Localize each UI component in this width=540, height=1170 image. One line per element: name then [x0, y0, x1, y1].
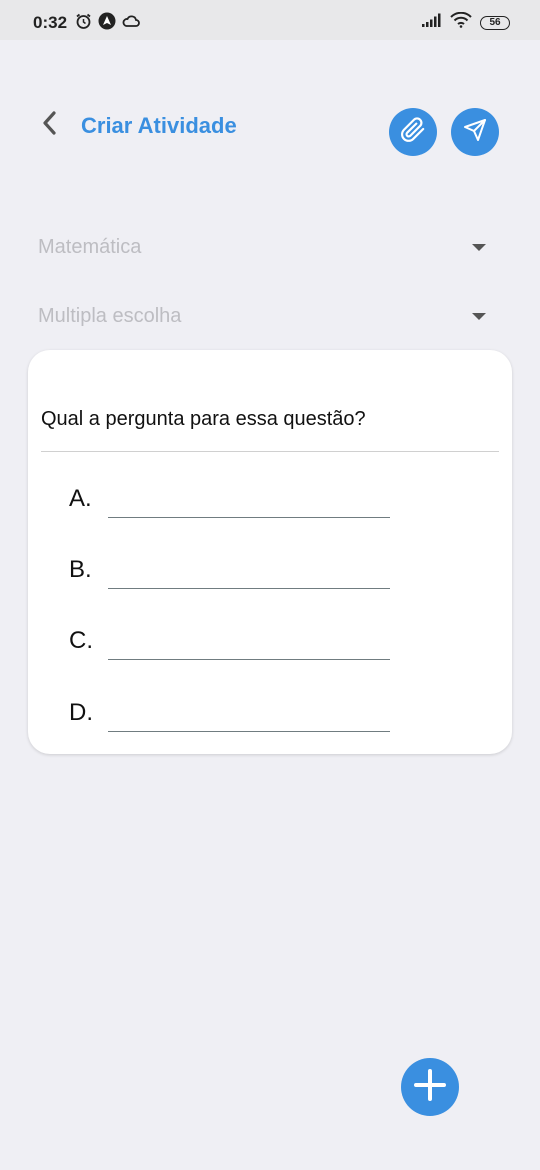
option-b-input[interactable]	[108, 588, 390, 589]
option-d-input[interactable]	[108, 731, 390, 732]
subject-select-value: Matemática	[38, 235, 142, 258]
signal-icon	[422, 13, 442, 32]
question-input[interactable]: Qual a pergunta para essa questão?	[41, 402, 499, 452]
plus-icon	[413, 1068, 447, 1107]
option-letter: C.	[69, 627, 93, 654]
wifi-icon	[450, 11, 472, 33]
cloud-icon	[122, 14, 140, 33]
alarm-icon	[75, 13, 92, 35]
option-a: A.	[69, 485, 399, 525]
add-question-button[interactable]	[401, 1058, 459, 1116]
status-bar: 0:32 56	[0, 0, 540, 40]
option-letter: D.	[69, 699, 93, 726]
question-type-select[interactable]: Multipla escolha	[38, 296, 498, 336]
question-card: Qual a pergunta para essa questão? A. B.…	[28, 350, 512, 754]
status-icons-left	[75, 12, 140, 35]
option-c-input[interactable]	[108, 659, 390, 660]
question-type-select-value: Multipla escolha	[38, 304, 182, 327]
option-c: C.	[69, 627, 399, 667]
caret-down-icon	[472, 312, 486, 320]
chevron-left-icon	[40, 110, 58, 141]
caret-down-icon	[472, 243, 486, 251]
option-letter: B.	[69, 556, 92, 583]
paperclip-icon	[400, 116, 426, 148]
battery-icon: 56	[480, 15, 510, 30]
page-title: Criar Atividade	[81, 113, 237, 138]
option-d: D.	[69, 699, 399, 739]
attach-button[interactable]	[389, 108, 437, 156]
subject-select[interactable]: Matemática	[38, 227, 498, 267]
option-a-input[interactable]	[108, 517, 390, 518]
status-time: 0:32	[33, 13, 68, 32]
option-letter: A.	[69, 485, 92, 512]
header: Criar Atividade	[0, 100, 540, 164]
send-icon	[463, 118, 487, 147]
option-b: B.	[69, 556, 399, 596]
send-button[interactable]	[451, 108, 499, 156]
back-button[interactable]	[34, 110, 64, 140]
nav-app-icon	[98, 12, 116, 35]
status-icons-right: 56	[422, 11, 510, 33]
